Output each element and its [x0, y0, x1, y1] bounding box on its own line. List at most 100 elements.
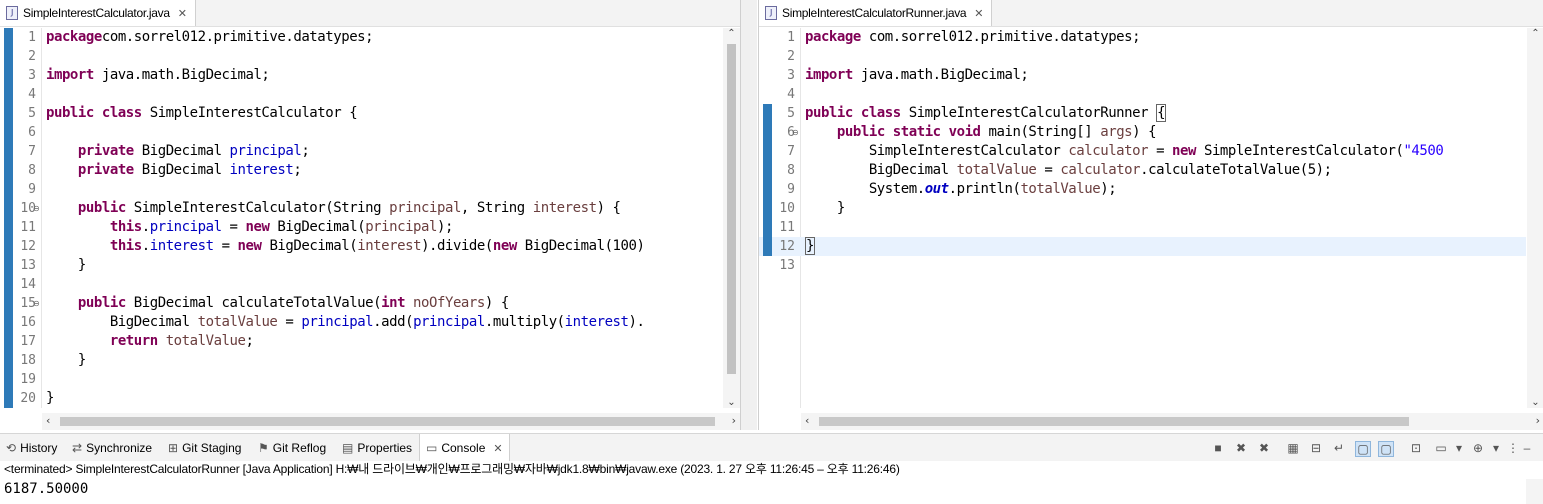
fold-toggle-icon[interactable]: ⊖ [33, 204, 40, 213]
close-tab-icon[interactable]: ✕ [178, 7, 187, 20]
close-tab-icon[interactable]: ✕ [974, 7, 983, 20]
vertical-scrollbar-right[interactable]: ⌃ ⌄ [1527, 28, 1543, 408]
code-line[interactable]: 10 ⊖ public SimpleInterestCalculator(Stri… [0, 199, 722, 218]
code-line[interactable]: 5 public class SimpleInterestCalculatorRu… [759, 104, 1526, 123]
code-line[interactable]: 10 } [759, 199, 1526, 218]
editor-splitter[interactable] [741, 0, 757, 430]
code-line[interactable]: 4 [0, 85, 722, 104]
code-line[interactable]: 13 [759, 256, 1526, 275]
tab-git-reflog[interactable]: ⚑ Git Reflog [258, 434, 326, 462]
scroll-up-icon[interactable]: ⌃ [1527, 28, 1543, 39]
code-line[interactable]: 7 SimpleInterestCalculator calculator = … [759, 142, 1526, 161]
scroll-down-icon[interactable]: ⌄ [723, 397, 740, 408]
code-line[interactable]: 3 import java.math.BigDecimal; [759, 66, 1526, 85]
code-line[interactable]: 18 } [0, 351, 722, 370]
scroll-up-icon[interactable]: ⌃ [723, 28, 740, 39]
code-line[interactable]: 1 package com.sorrel012.primitive.datatyp… [759, 28, 1526, 47]
code-line[interactable]: 8 private BigDecimal interest; [0, 161, 722, 180]
minimize-icon[interactable]: – [1520, 441, 1534, 455]
show-on-stdout-icon[interactable]: ▢ [1355, 441, 1371, 457]
chevron-down-icon[interactable]: ▾ [1452, 441, 1466, 455]
display-selected-console-icon[interactable]: ▭ [1434, 441, 1448, 455]
code-text: public BigDecimal calculateTotalValue(in… [46, 294, 509, 313]
word-wrap-icon[interactable]: ↵ [1332, 441, 1346, 455]
scroll-lock-icon[interactable]: ⊟ [1309, 441, 1323, 455]
code-line[interactable]: 11 this.principal = new BigDecimal(princ… [0, 218, 722, 237]
code-line[interactable]: 5 public class SimpleInterestCalculator { [0, 104, 722, 123]
change-marker [4, 275, 13, 294]
horizontal-scrollbar-right[interactable]: ‹ › [801, 413, 1543, 430]
chevron-down-icon[interactable]: ▾ [1489, 441, 1503, 455]
remove-all-terminated-icon[interactable]: ✖ [1257, 441, 1271, 455]
code-line[interactable]: 9 System.out.println(totalValue); [759, 180, 1526, 199]
code-line[interactable]: 12} [759, 237, 1526, 256]
pin-console-icon[interactable]: ⊡ [1409, 441, 1423, 455]
tab-properties[interactable]: ▤ Properties [342, 434, 412, 462]
scroll-thumb[interactable] [727, 44, 736, 374]
scroll-left-icon[interactable]: ‹ [805, 414, 809, 427]
clear-console-icon[interactable]: ▦ [1286, 441, 1300, 455]
code-token: principal [149, 219, 222, 235]
code-token: private [77, 162, 134, 178]
editor-tab-simple-interest-calculator[interactable]: J SimpleInterestCalculator.java ✕ [0, 0, 196, 26]
fold-toggle-icon[interactable]: ⊖ [33, 299, 40, 308]
code-token: BigDecimal(100) [516, 238, 645, 254]
code-line[interactable]: 7 private BigDecimal principal; [0, 142, 722, 161]
show-on-stderr-icon[interactable]: ▢ [1378, 441, 1394, 457]
line-number: 11 [779, 220, 795, 235]
code-line[interactable]: 17 return totalValue; [0, 332, 722, 351]
vertical-scrollbar-left[interactable]: ⌃ ⌄ [723, 28, 740, 408]
remove-launch-icon[interactable]: ✖ [1234, 441, 1248, 455]
tab-git-staging[interactable]: ⊞ Git Staging [168, 434, 241, 462]
scroll-right-icon[interactable]: › [732, 414, 736, 427]
editor-left[interactable]: J SimpleInterestCalculator.java ✕ 1 packa… [0, 0, 741, 430]
code-line[interactable]: 4 [759, 85, 1526, 104]
code-line[interactable]: 16 BigDecimal totalValue = principal.add… [0, 313, 722, 332]
line-number: 9 [28, 182, 36, 197]
terminate-icon[interactable]: ■ [1211, 441, 1225, 455]
code-line[interactable]: 19 [0, 370, 722, 389]
console-output[interactable]: 6187.50000 [4, 480, 88, 498]
code-line[interactable]: 20} [0, 389, 722, 408]
code-line[interactable]: 2 [0, 47, 722, 66]
code-line[interactable]: 13 } [0, 256, 722, 275]
code-token: .multiply( [484, 314, 565, 330]
code-text: SimpleInterestCalculator calculator = ne… [805, 142, 1444, 161]
open-console-icon[interactable]: ⊕ [1471, 441, 1485, 455]
code-line[interactable]: 11 [759, 218, 1526, 237]
code-line[interactable]: 1 packagecom.sorrel012.primitive.datatype… [0, 28, 722, 47]
code-line[interactable]: 12 this.interest = new BigDecimal(intere… [0, 237, 722, 256]
code-token: public class [46, 105, 142, 121]
code-token: . [141, 238, 150, 254]
code-text: packagecom.sorrel012.primitive.datatypes… [46, 28, 374, 47]
code-token: principal [229, 143, 302, 159]
code-line[interactable]: 9 [0, 180, 722, 199]
code-line[interactable]: 15 ⊖ public BigDecimal calculateTotalValu… [0, 294, 722, 313]
scroll-left-icon[interactable]: ‹ [46, 414, 50, 427]
code-line[interactable]: 6 ⊖ public static void main(String[] args… [759, 123, 1526, 142]
tab-synchronize[interactable]: ⇄ Synchronize [72, 434, 152, 462]
code-line[interactable]: 3 import java.math.BigDecimal; [0, 66, 722, 85]
close-tab-icon[interactable]: ✕ [493, 442, 502, 455]
code-text: System.out.println(totalValue); [805, 180, 1117, 199]
scroll-thumb[interactable] [60, 417, 715, 426]
editor-tab-simple-interest-calculator-runner[interactable]: J SimpleInterestCalculatorRunner.java ✕ [759, 0, 993, 26]
code-token: interest [149, 238, 214, 254]
code-line[interactable]: 2 [759, 47, 1526, 66]
horizontal-scrollbar-left[interactable]: ‹ › [42, 413, 740, 430]
tab-console[interactable]: ▭ Console ✕ [419, 434, 510, 462]
change-marker [763, 85, 772, 104]
editor-right[interactable]: J SimpleInterestCalculatorRunner.java ✕ … [758, 0, 1543, 430]
code-line[interactable]: 8 BigDecimal totalValue = calculator.cal… [759, 161, 1526, 180]
code-line[interactable]: 14 [0, 275, 722, 294]
fold-toggle-icon[interactable]: ⊖ [792, 128, 799, 137]
code-line[interactable]: 6 [0, 123, 722, 142]
code-text: } [46, 389, 54, 408]
tab-history[interactable]: ⟲ History [6, 434, 57, 462]
scroll-right-icon[interactable]: › [1536, 414, 1540, 427]
view-menu-icon[interactable]: ⋮ [1506, 441, 1520, 455]
scroll-down-icon[interactable]: ⌄ [1527, 397, 1543, 408]
change-marker [4, 66, 13, 85]
console-vertical-scrollbar[interactable] [1526, 479, 1543, 504]
scroll-thumb[interactable] [819, 417, 1409, 426]
